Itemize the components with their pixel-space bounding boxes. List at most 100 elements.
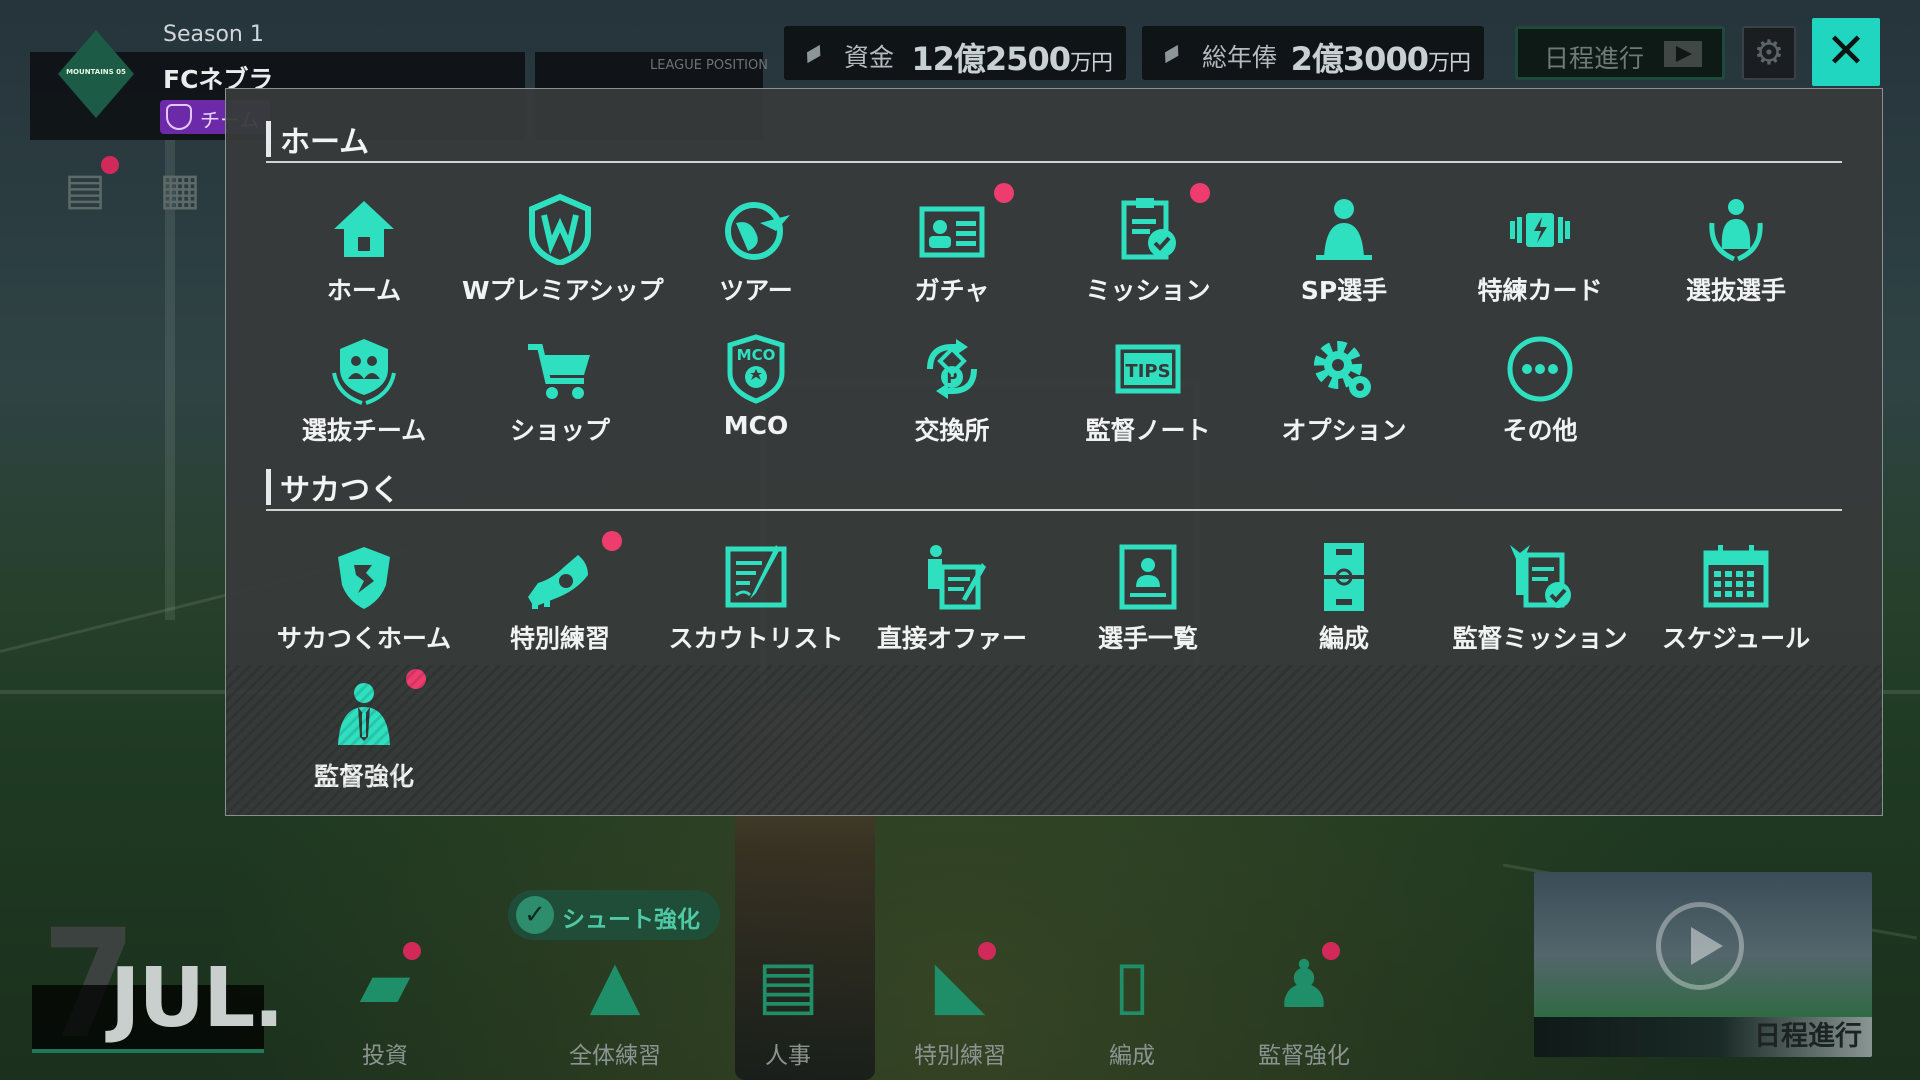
menu-item-label: 直接オファー <box>876 624 1027 653</box>
tips-icon: TIPS <box>1108 329 1188 409</box>
money-icon: ▰ <box>1154 35 1188 71</box>
scout-list-icon <box>716 537 796 617</box>
menu-item-label: ツアー <box>719 276 793 305</box>
menu-item-label: 編成 <box>1318 624 1369 653</box>
funds-value: 12億2500万円 <box>911 34 1113 80</box>
salary-value: 2億3000万円 <box>1290 34 1471 80</box>
team-logo-text: MOUNTAINS 05 <box>66 68 126 76</box>
bottom-nav-team-training[interactable]: ▲ 全体練習 <box>535 940 695 1070</box>
news-icon[interactable]: ▦ <box>150 160 210 220</box>
player-list-icon <box>1108 537 1188 617</box>
funds-value-main: 12億2500 <box>911 40 1071 78</box>
settings-button[interactable]: ⚙ <box>1742 26 1796 80</box>
menu-item-mission[interactable]: ミッション <box>1050 183 1246 317</box>
boot-icon <box>520 537 600 617</box>
globe-plane-icon <box>716 189 796 269</box>
salary-display: ▰ 総年俸 2億3000万円 <box>1142 26 1484 80</box>
manager-mission-icon <box>1500 537 1580 617</box>
formation-icon: ▯ <box>1113 946 1151 1023</box>
sp-player-icon <box>1304 189 1384 269</box>
menu-item-formation[interactable]: 編成 <box>1246 537 1442 665</box>
menu-item-gacha[interactable]: ガチャ <box>854 183 1050 317</box>
bottom-nav-label: 人事 <box>765 1043 811 1069</box>
document-pen-icon: ▤ <box>756 946 820 1023</box>
notification-dot <box>101 156 119 174</box>
advance-schedule-button[interactable]: 日程進行 <box>1515 26 1725 80</box>
sakatsuku-home-icon <box>324 537 404 617</box>
training-focus-chip[interactable]: ✓ シュート強化 <box>508 890 720 940</box>
menu-item-label: 特別練習 <box>509 624 610 653</box>
advance-schedule-label: 日程進行 <box>1544 44 1645 73</box>
section-bar <box>266 121 271 157</box>
svg-text:TIPS: TIPS <box>1125 361 1170 382</box>
cart-icon <box>520 329 600 409</box>
menu-item-label: スカウトリスト <box>668 624 844 653</box>
notification-dot <box>1322 942 1340 960</box>
menu-item-direct-offer[interactable]: 直接オファー <box>854 537 1050 665</box>
bottom-nav-label: 特別練習 <box>914 1043 1006 1069</box>
svg-text:MCO: MCO <box>737 346 776 364</box>
league-position-label: LEAGUE POSITION <box>650 58 768 73</box>
main-menu-overlay: ホーム ホーム Wプレミアシップ ツアー ガチャ ミッション SP選手 特練カー… <box>225 88 1883 816</box>
menu-item-sakatsuku-home[interactable]: サカつくホーム <box>266 537 462 665</box>
calendar-icon <box>1696 537 1776 617</box>
menu-item-label: 特練カード <box>1477 276 1603 305</box>
video-label: 日程進行 <box>1754 1021 1862 1052</box>
menu-item-scout-list[interactable]: スカウトリスト <box>658 537 854 665</box>
menu-item-option[interactable]: オプション <box>1246 329 1442 457</box>
section-header-home: ホーム <box>266 117 1842 163</box>
funds-display: ▰ 資金 12億2500万円 <box>784 26 1126 80</box>
menu-item-tour[interactable]: ツアー <box>658 189 854 317</box>
menu-item-manager-note[interactable]: TIPS 監督ノート <box>1050 329 1246 457</box>
menu-item-label: スケジュール <box>1661 624 1811 653</box>
bottom-nav-invest[interactable]: ▰ 投資 <box>305 940 465 1070</box>
play-icon <box>1664 41 1702 67</box>
menu-item-exchange[interactable]: P 交換所 <box>854 329 1050 457</box>
w-shield-icon <box>520 189 600 269</box>
training-focus-label: シュート強化 <box>562 907 700 933</box>
bottom-nav-formation[interactable]: ▯ 編成 <box>1052 940 1212 1070</box>
menu-item-mco[interactable]: MCO MCO <box>658 329 854 457</box>
menu-item-label: 監督強化 <box>313 762 414 791</box>
bottom-nav-label: 全体練習 <box>569 1043 661 1069</box>
menu-item-w-premiership[interactable]: Wプレミアシップ <box>462 189 664 317</box>
menu-item-selected-player[interactable]: 選抜選手 <box>1638 189 1834 317</box>
notification-dot <box>978 942 996 960</box>
exchange-icon: P <box>912 329 992 409</box>
home-icon <box>324 189 404 269</box>
menu-item-manager-boost[interactable]: 監督強化 <box>266 669 462 803</box>
menu-item-shop[interactable]: ショップ <box>462 329 658 457</box>
gear-icon: ⚙ <box>1753 33 1785 73</box>
menu-item-special-training[interactable]: 特別練習 <box>462 531 658 665</box>
salary-value-main: 2億3000 <box>1290 40 1429 78</box>
money-icon: ▰ <box>796 35 830 71</box>
menu-item-label: オプション <box>1281 416 1407 445</box>
menu-item-sp-player[interactable]: SP選手 <box>1246 189 1442 317</box>
section-title: ホーム <box>280 125 370 160</box>
ball-cone-icon: ▲ <box>589 946 641 1023</box>
menu-item-home[interactable]: ホーム <box>266 189 462 317</box>
gear-icon <box>1304 329 1384 409</box>
menu-item-manager-mission[interactable]: 監督ミッション <box>1442 537 1638 665</box>
menu-item-player-list[interactable]: 選手一覧 <box>1050 537 1246 665</box>
funds-label: 資金 <box>844 43 895 72</box>
menu-item-label: 監督ノート <box>1085 416 1211 445</box>
bottom-nav-special-training[interactable]: ◣ 特別練習 <box>880 940 1040 1070</box>
advance-schedule-video[interactable]: 日程進行 <box>1534 872 1872 1057</box>
close-button[interactable]: ✕ <box>1812 18 1880 86</box>
menu-item-label: ショップ <box>509 416 610 445</box>
menu-item-label: 監督ミッション <box>1452 624 1628 653</box>
bottom-nav-personnel[interactable]: ▤ 人事 <box>708 940 868 1070</box>
menu-item-label: 選抜選手 <box>1685 276 1786 305</box>
more-icon <box>1500 329 1580 409</box>
notification-dot <box>406 669 426 689</box>
menu-item-other[interactable]: その他 <box>1442 329 1638 457</box>
menu-item-training-card[interactable]: 特練カード <box>1442 189 1638 317</box>
salary-value-unit: 万円 <box>1427 51 1471 76</box>
player-card-icon <box>912 189 992 269</box>
close-icon: ✕ <box>1825 23 1867 79</box>
bottom-nav-manager-boost[interactable]: ♟ 監督強化 <box>1224 940 1384 1070</box>
menu-item-selected-team[interactable]: 選抜チーム <box>266 329 462 457</box>
menu-item-label: ガチャ <box>914 276 990 305</box>
menu-item-schedule[interactable]: スケジュール <box>1638 537 1834 665</box>
